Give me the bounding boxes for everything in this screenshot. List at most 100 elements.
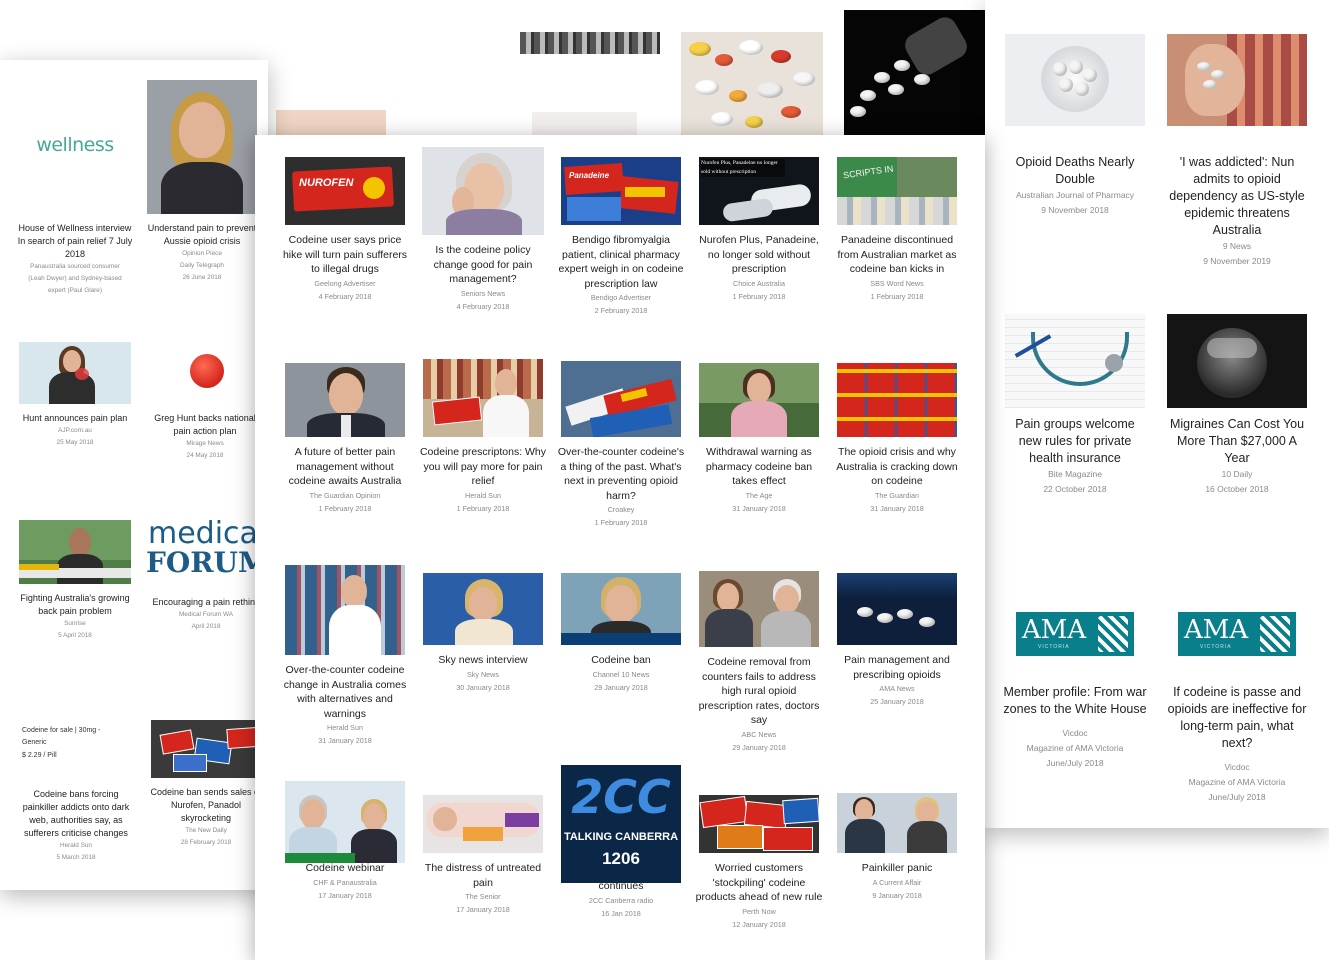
- article-thumbnail: [561, 573, 681, 645]
- article-date: 31 January 2018: [732, 503, 786, 513]
- article-title[interactable]: A future of better pain management witho…: [279, 445, 411, 489]
- article-card[interactable]: Codeine webinar CHF & Panaustralia 17 Ja…: [279, 781, 411, 902]
- article-title[interactable]: Opioid Deaths Nearly Double: [1001, 154, 1149, 188]
- article-source: Vicdoc: [1224, 762, 1250, 772]
- thumb-text: NUROFEN: [299, 177, 354, 189]
- article-title[interactable]: Withdrawal warning as pharmacy codeine b…: [693, 445, 825, 489]
- thumb-text: TALKING CANBERRA: [563, 831, 679, 843]
- article-card[interactable]: Understand pain to prevent Aussie opioid…: [144, 80, 260, 284]
- article-date: 4 February 2018: [456, 301, 510, 311]
- article-card[interactable]: Panadeine Bendigo fibromyalgia patient, …: [555, 157, 687, 317]
- article-card[interactable]: Codeine removal from counters fails to a…: [693, 571, 825, 754]
- article-card[interactable]: Migraines Can Cost You More Than $27,000…: [1163, 314, 1311, 497]
- article-date: 29 January 2018: [732, 742, 786, 752]
- article-thumbnail: [699, 795, 819, 853]
- article-title[interactable]: Pain management and prescribing opioids: [831, 653, 963, 682]
- article-title[interactable]: Codeine ban: [555, 653, 687, 668]
- thumb-text: Panadeine: [569, 171, 610, 180]
- article-card[interactable]: Hunt announces pain plan AJP.com.au 25 M…: [14, 342, 136, 449]
- article-card[interactable]: 'I was addicted': Nun admits to opioid d…: [1163, 34, 1311, 269]
- article-card[interactable]: Greg Hunt backs national pain action pla…: [146, 342, 264, 462]
- article-title[interactable]: Migraines Can Cost You More Than $27,000…: [1163, 416, 1311, 467]
- article-title[interactable]: Over-the-counter codeine's a thing of th…: [555, 445, 687, 503]
- article-title[interactable]: Member profile: From war zones to the Wh…: [1001, 684, 1149, 718]
- ama-logo-sub: VICTORIA: [1200, 644, 1232, 650]
- article-card[interactable]: Codeine ban Channel 10 News 29 January 2…: [555, 573, 687, 694]
- article-title[interactable]: Nurofen Plus, Panadeine, no longer sold …: [693, 233, 825, 277]
- article-card[interactable]: SCRIPTS IN Panadeine discontinued from A…: [831, 157, 963, 303]
- article-card[interactable]: 2CC TALKING CANBERRA 1206 continues 2CC …: [555, 765, 687, 920]
- thumb-text: Nurofen Plus, Panadeine no longer sold w…: [701, 159, 785, 177]
- article-title[interactable]: Over-the-counter codeine change in Austr…: [279, 663, 411, 721]
- article-date: 31 January 2018: [870, 503, 924, 513]
- article-thumbnail: [147, 80, 257, 214]
- medica-logo-bottom: FORUM: [146, 546, 268, 579]
- article-card[interactable]: Fighting Australia's growing back pain p…: [14, 520, 136, 642]
- article-card[interactable]: Codeine prescriptons: Why you will pay m…: [417, 359, 549, 515]
- article-title[interactable]: The opioid crisis and why Australia is c…: [831, 445, 963, 489]
- article-card[interactable]: Codeine ban sends sales of Nurofen, Pana…: [146, 720, 266, 849]
- article-title[interactable]: Greg Hunt backs national pain action pla…: [146, 412, 264, 438]
- article-source: The Age: [745, 490, 773, 500]
- article-source: 9 News: [1222, 241, 1252, 251]
- article-title[interactable]: Painkiller panic: [831, 861, 963, 876]
- article-title[interactable]: Fighting Australia's growing back pain p…: [14, 592, 136, 618]
- article-title[interactable]: Pain groups welcome new rules for privat…: [1001, 416, 1149, 467]
- thumb-text: $ 2.29 / Pill: [22, 752, 57, 759]
- article-source: Geelong Advertiser: [314, 278, 376, 288]
- article-title[interactable]: Encouraging a pain rethink: [144, 596, 268, 609]
- article-date: 5 March 2018: [56, 854, 96, 861]
- article-thumbnail: [837, 363, 957, 437]
- article-source: Vicdoc: [1062, 728, 1088, 738]
- wellness-logo: wellness: [36, 134, 114, 156]
- article-title[interactable]: Bendigo fibromyalgia patient, clinical p…: [555, 233, 687, 291]
- article-card[interactable]: The opioid crisis and why Australia is c…: [831, 363, 963, 515]
- logo-thumb: wellness: [20, 82, 130, 214]
- article-card[interactable]: Is the codeine policy change good for pa…: [417, 147, 549, 313]
- article-title[interactable]: Codeine webinar: [279, 861, 411, 876]
- article-title[interactable]: Codeine removal from counters fails to a…: [693, 655, 825, 728]
- article-title[interactable]: Worried customers 'stockpiling' codeine …: [693, 861, 825, 905]
- article-date: April 2018: [191, 623, 221, 630]
- article-title[interactable]: House of Wellness interview In search of…: [12, 222, 138, 261]
- article-card[interactable]: Over-the-counter codeine change in Austr…: [279, 565, 411, 747]
- article-source: Opinion Piece: [182, 250, 222, 257]
- article-date: 17 January 2018: [456, 905, 510, 914]
- article-thumbnail: [422, 147, 544, 235]
- article-title[interactable]: Hunt announces pain plan: [14, 412, 136, 425]
- article-card[interactable]: Pain groups welcome new rules for privat…: [1001, 314, 1149, 497]
- article-title[interactable]: Codeine user says price hike will turn p…: [279, 233, 411, 277]
- article-card[interactable]: AMA VICTORIA Member profile: From war zo…: [1001, 612, 1149, 771]
- article-card[interactable]: The distress of untreated pain The Senio…: [417, 795, 549, 916]
- thumb-text: Codeine for sale | 30mg -: [22, 727, 101, 734]
- article-source: Channel 10 News: [592, 669, 650, 679]
- article-title[interactable]: Panadeine discontinued from Australian m…: [831, 233, 963, 277]
- article-title[interactable]: Codeine prescriptons: Why you will pay m…: [417, 445, 549, 489]
- article-title[interactable]: If codeine is passe and opioids are inef…: [1163, 684, 1311, 752]
- article-title[interactable]: The distress of untreated pain: [417, 861, 549, 890]
- article-title[interactable]: Codeine ban sends sales of Nurofen, Pana…: [146, 786, 266, 825]
- article-card[interactable]: Codeine for sale | 30mg - Generic $ 2.29…: [16, 720, 136, 864]
- article-card[interactable]: A future of better pain management witho…: [279, 363, 411, 515]
- article-title[interactable]: Understand pain to prevent Aussie opioid…: [144, 222, 260, 248]
- article-card[interactable]: Sky news interview Sky News 30 January 2…: [417, 573, 549, 694]
- back-thumb-spill: [844, 10, 986, 135]
- article-card[interactable]: NUROFEN Codeine user says price hike wil…: [279, 157, 411, 303]
- article-title[interactable]: 'I was addicted': Nun admits to opioid d…: [1163, 154, 1311, 239]
- article-thumbnail: [1167, 314, 1307, 408]
- article-title[interactable]: Sky news interview: [417, 653, 549, 668]
- article-title[interactable]: Codeine bans forcing painkiller addicts …: [16, 788, 136, 840]
- article-card[interactable]: Nurofen Plus, Panadeine no longer sold w…: [693, 157, 825, 303]
- article-card[interactable]: medica FORUM Encouraging a pain rethink …: [144, 518, 268, 633]
- article-card[interactable]: Painkiller panic A Current Affair 9 Janu…: [831, 793, 963, 902]
- article-date: 16 Jan 2018: [601, 908, 641, 918]
- article-card[interactable]: Over-the-counter codeine's a thing of th…: [555, 361, 687, 529]
- article-title[interactable]: Is the codeine policy change good for pa…: [417, 243, 549, 287]
- article-card[interactable]: wellness House of Wellness interview In …: [12, 82, 138, 297]
- article-card[interactable]: Opioid Deaths Nearly Double Australian J…: [1001, 34, 1149, 218]
- article-card[interactable]: Worried customers 'stockpiling' codeine …: [693, 795, 825, 931]
- article-card[interactable]: Withdrawal warning as pharmacy codeine b…: [693, 363, 825, 515]
- article-date: 1 February 2018: [456, 503, 510, 513]
- article-card[interactable]: Pain management and prescribing opioids …: [831, 573, 963, 708]
- article-card[interactable]: AMA VICTORIA If codeine is passe and opi…: [1163, 612, 1311, 805]
